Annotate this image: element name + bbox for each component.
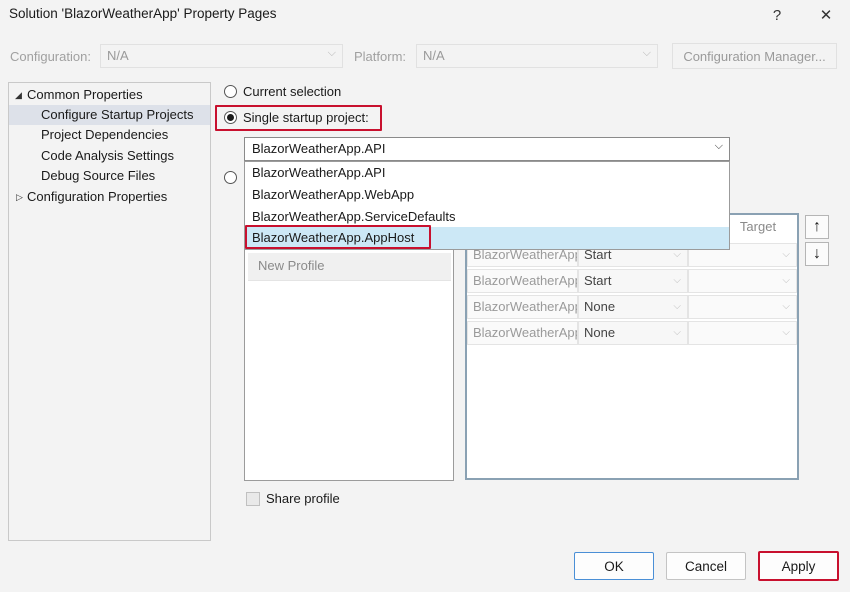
configuration-manager-button: Configuration Manager... [672,43,837,69]
tree-item-code-analysis-settings[interactable]: Code Analysis Settings [9,146,210,166]
tree-item-common-properties[interactable]: ◢ Common Properties [9,85,210,105]
project-cell: BlazorWeatherApp [467,295,578,319]
current-selection-radio[interactable] [224,85,237,98]
tree-item-configure-startup-projects[interactable]: Configure Startup Projects [9,105,210,125]
dropdown-option-api[interactable]: BlazorWeatherApp.API [245,162,729,184]
new-profile-item[interactable]: New Profile [248,253,451,281]
expanded-triangle-icon[interactable]: ◢ [15,85,22,105]
arrow-down-icon: ↓ [813,245,821,262]
cancel-button[interactable]: Cancel [666,552,746,580]
chevron-down-icon: ⌵ [782,275,790,286]
move-up-button[interactable]: ↑ [805,215,829,239]
project-action-grid: Target BlazorWeatherApp Start ⌵ ⌵ BlazorW… [465,213,799,480]
current-selection-label: Current selection [243,84,342,99]
property-tree: ◢ Common Properties Configure Startup Pr… [8,82,211,541]
startup-project-value: BlazorWeatherApp.API [252,141,386,156]
action-select[interactable]: None ⌵ [578,295,688,319]
target-select[interactable]: ⌵ [688,295,797,319]
ok-button[interactable]: OK [574,552,654,580]
startup-project-combo[interactable]: BlazorWeatherApp.API ⌵ [244,137,730,161]
configuration-value: N/A [107,48,129,63]
chevron-down-icon: ⌵ [782,249,790,260]
project-cell: BlazorWeatherApp [467,269,578,293]
chevron-down-icon: ⌵ [673,327,681,338]
share-profile-label: Share profile [266,491,340,506]
chevron-down-icon: ⌵ [327,47,336,59]
multiple-startup-radio[interactable] [224,171,237,184]
help-button[interactable]: ? [764,3,790,27]
window-title: Solution 'BlazorWeatherApp' Property Pag… [9,6,277,21]
platform-label: Platform: [354,49,407,64]
share-profile-checkbox[interactable] [246,492,260,506]
chevron-down-icon: ⌵ [673,301,681,312]
tree-item-debug-source-files[interactable]: Debug Source Files [9,166,210,186]
action-select[interactable]: Start ⌵ [578,269,688,293]
tree-item-project-dependencies[interactable]: Project Dependencies [9,125,210,145]
project-cell: BlazorWeatherApp [467,321,578,345]
target-column-header: Target [739,219,777,234]
target-select[interactable]: ⌵ [688,269,797,293]
platform-value: N/A [423,48,445,63]
chevron-down-icon: ⌵ [673,275,681,286]
tree-item-configuration-properties[interactable]: ▷ Configuration Properties [9,187,210,207]
configuration-label: Configuration: [10,49,91,64]
arrow-up-icon: ↑ [813,218,821,235]
chevron-down-icon: ⌵ [782,301,790,312]
collapsed-triangle-icon[interactable]: ▷ [16,187,23,207]
chevron-down-icon: ⌵ [782,327,790,338]
chevron-down-icon: ⌵ [714,140,723,152]
target-select[interactable]: ⌵ [688,321,797,345]
single-startup-radio[interactable] [224,111,237,124]
action-select[interactable]: None ⌵ [578,321,688,345]
platform-combo: N/A ⌵ [416,44,658,68]
configuration-combo: N/A ⌵ [100,44,343,68]
profile-list: New Profile [244,248,454,481]
dropdown-option-webapp[interactable]: BlazorWeatherApp.WebApp [245,184,729,206]
apphost-highlight [245,225,431,249]
apply-button[interactable]: Apply [758,551,839,581]
move-down-button[interactable]: ↓ [805,242,829,266]
single-startup-label: Single startup project: [243,110,369,125]
chevron-down-icon: ⌵ [642,47,651,59]
close-button[interactable]: ✕ [813,3,839,27]
